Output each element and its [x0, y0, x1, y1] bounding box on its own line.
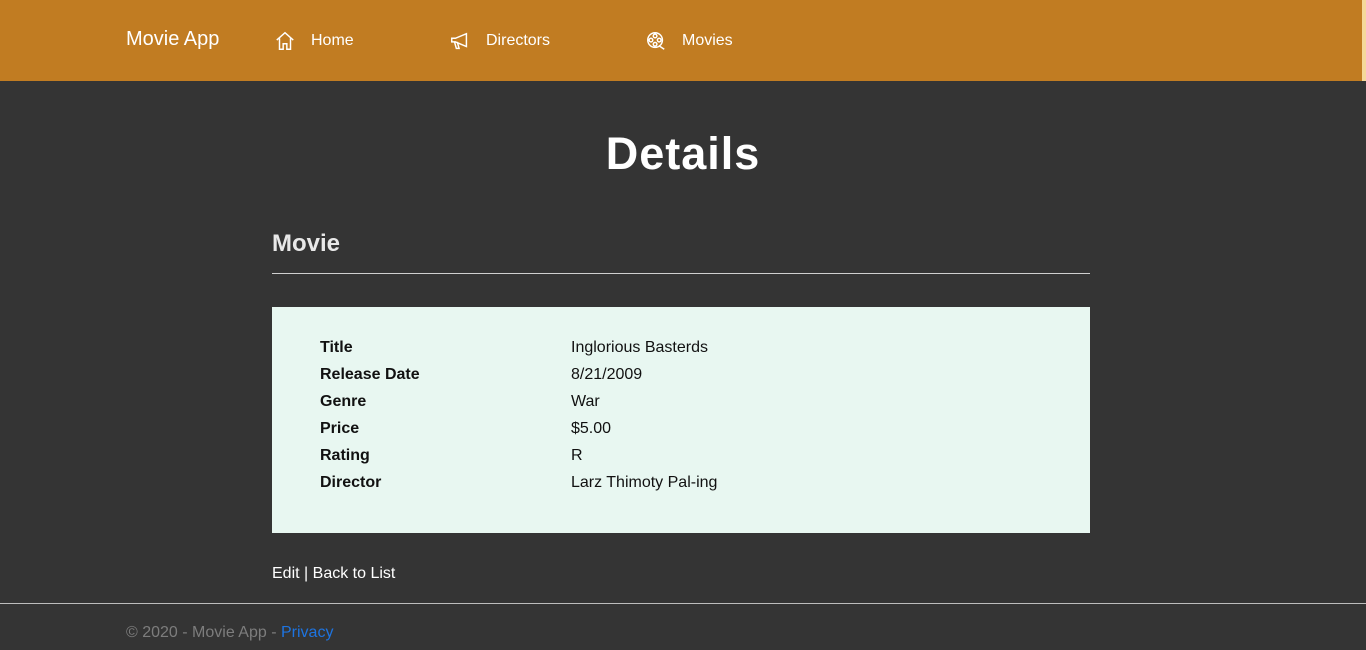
- privacy-link[interactable]: Privacy: [281, 624, 333, 641]
- home-icon: [274, 30, 296, 52]
- detail-label: Release Date: [320, 366, 420, 383]
- detail-label: Genre: [320, 393, 367, 410]
- nav-home[interactable]: Home: [274, 28, 354, 54]
- brand-link[interactable]: Movie App: [126, 28, 219, 51]
- details-panel: Title Inglorious Basterds Release Date 8…: [272, 307, 1090, 533]
- divider: [272, 273, 1090, 274]
- detail-value: R: [571, 447, 583, 464]
- top-navbar: Movie App Home Directors Movies: [0, 0, 1366, 81]
- detail-value: $5.00: [571, 420, 612, 437]
- link-separator: |: [304, 565, 309, 582]
- edit-link[interactable]: Edit: [272, 565, 300, 582]
- footer-copyright: © 2020 - Movie App -: [126, 624, 281, 641]
- nav-movies-label: Movies: [682, 32, 733, 49]
- megaphone-icon: [449, 30, 471, 52]
- nav-home-label: Home: [311, 32, 354, 49]
- detail-label: Price: [320, 420, 360, 437]
- detail-value: Larz Thimoty Pal-ing: [571, 474, 718, 491]
- footer: © 2020 - Movie App - Privacy: [126, 624, 333, 642]
- footer-divider: [0, 603, 1366, 604]
- film-reel-icon: [645, 30, 667, 52]
- action-links: Edit | Back to List: [272, 565, 395, 583]
- detail-value: Inglorious Basterds: [571, 339, 708, 356]
- section-title: Movie: [272, 230, 341, 257]
- nav-directors-label: Directors: [486, 32, 551, 49]
- page-title: Details: [605, 128, 761, 179]
- nav-directors[interactable]: Directors: [449, 28, 550, 54]
- detail-label: Rating: [320, 447, 370, 464]
- nav-movies[interactable]: Movies: [645, 28, 733, 54]
- detail-value: 8/21/2009: [571, 366, 643, 383]
- detail-value: War: [571, 393, 600, 410]
- detail-label: Director: [320, 474, 382, 491]
- detail-label: Title: [320, 339, 353, 356]
- back-to-list-link[interactable]: Back to List: [313, 565, 396, 582]
